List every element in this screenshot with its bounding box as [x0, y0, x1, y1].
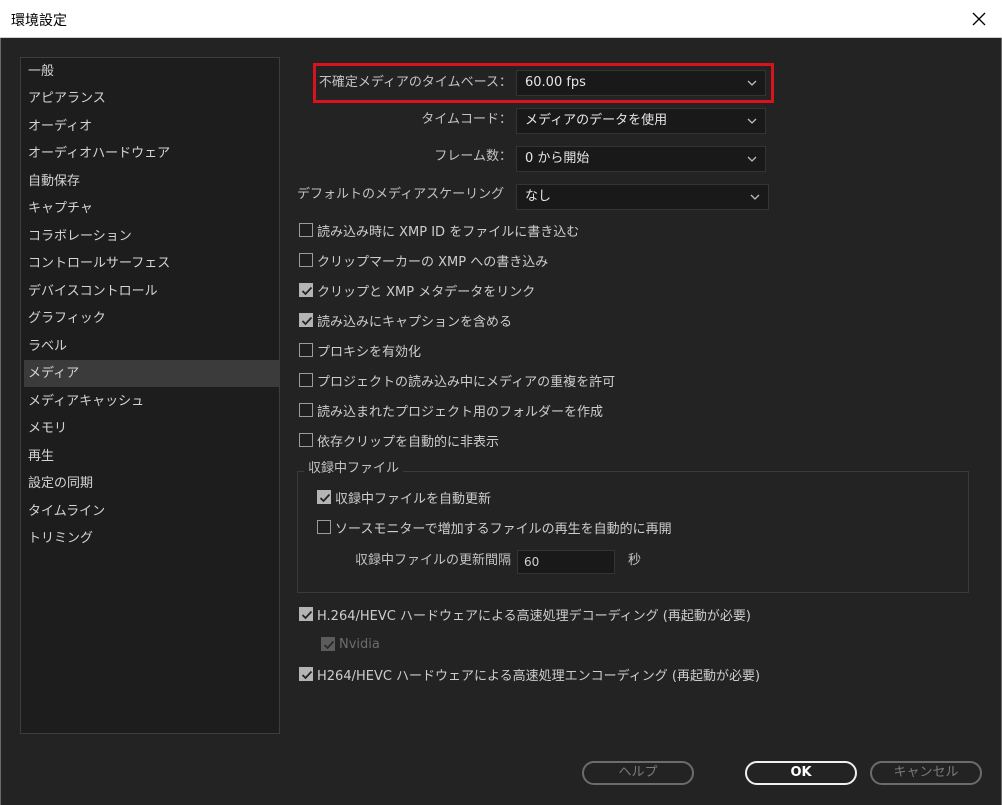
- sidebar-item-media[interactable]: メディア: [24, 360, 280, 387]
- sidebar-item-auto-save[interactable]: 自動保存: [24, 168, 280, 195]
- refresh-interval-unit: 秒: [628, 553, 642, 568]
- write-xmp-id-checkbox[interactable]: 読み込み時に XMP ID をファイルに書き込む: [299, 220, 579, 240]
- title-bar: 環境設定: [0, 0, 1002, 38]
- hw-decode-checkbox[interactable]: H.264/HEVC ハードウェアによる高速処理デコーディング (再起動が必要): [299, 604, 751, 624]
- checkbox-box[interactable]: [299, 667, 313, 681]
- checkmark-icon: [301, 670, 313, 680]
- checkbox-box[interactable]: [299, 403, 313, 417]
- allow-duplicate-media-checkbox[interactable]: プロジェクトの読み込み中にメディアの重複を許可: [299, 370, 615, 390]
- window-border-left: [0, 38, 1, 805]
- sidebar-item-playback[interactable]: 再生: [24, 443, 280, 470]
- checkmark-icon: [301, 610, 313, 620]
- hw-encode-checkbox[interactable]: H264/HEVC ハードウェアによる高速処理エンコーディング (再起動が必要): [299, 664, 760, 684]
- sidebar-item-audio[interactable]: オーディオ: [24, 113, 280, 140]
- checkmark-icon: [319, 493, 331, 503]
- sidebar-item-collaboration[interactable]: コラボレーション: [24, 223, 280, 250]
- sidebar-item-general[interactable]: 一般: [24, 58, 280, 85]
- checkbox-box[interactable]: [299, 283, 313, 297]
- sidebar-item-device-control[interactable]: デバイスコントロール: [24, 278, 280, 305]
- checkmark-icon: [323, 640, 335, 650]
- cancel-button[interactable]: キャンセル: [870, 761, 982, 785]
- growing-files-group-title: 収録中ファイル: [304, 460, 404, 478]
- chevron-down-icon: [747, 118, 757, 124]
- resume-playback-checkbox[interactable]: ソースモニターで増加するファイルの再生を自動的に再開: [317, 517, 672, 537]
- nvidia-checkbox: Nvidia: [321, 634, 380, 654]
- scaling-select[interactable]: なし: [516, 184, 769, 210]
- sidebar-item-labels[interactable]: ラベル: [24, 333, 280, 360]
- sidebar-item-graphics[interactable]: グラフィック: [24, 305, 280, 332]
- checkbox-box: [321, 637, 335, 651]
- preferences-category-list: 一般 アピアランス オーディオ オーディオハードウェア 自動保存 キャプチャ コ…: [20, 57, 280, 734]
- help-button[interactable]: ヘルプ: [582, 761, 694, 785]
- sidebar-item-audio-hardware[interactable]: オーディオハードウェア: [24, 140, 280, 167]
- include-captions-checkbox[interactable]: 読み込みにキャプションを含める: [299, 310, 512, 330]
- frame-count-select[interactable]: 0 から開始: [516, 146, 766, 172]
- checkbox-box[interactable]: [299, 223, 313, 237]
- checkbox-box[interactable]: [299, 253, 313, 267]
- checkbox-box[interactable]: [299, 373, 313, 387]
- checkmark-icon: [301, 286, 313, 296]
- checkbox-box[interactable]: [317, 520, 331, 534]
- frame-count-label: フレーム数：: [434, 149, 512, 164]
- checkbox-box[interactable]: [299, 607, 313, 621]
- sidebar-item-control-surface[interactable]: コントロールサーフェス: [24, 250, 280, 277]
- chevron-down-icon: [747, 156, 757, 162]
- scaling-value: なし: [525, 189, 552, 204]
- checkbox-box[interactable]: [299, 313, 313, 327]
- window-title: 環境設定: [11, 13, 67, 29]
- hide-dependent-clips-checkbox[interactable]: 依存クリップを自動的に非表示: [299, 430, 499, 450]
- highlight-annotation: [313, 63, 774, 103]
- sidebar-item-trimming[interactable]: トリミング: [24, 525, 280, 552]
- refresh-interval-input[interactable]: 60: [517, 550, 615, 574]
- sidebar-item-capture[interactable]: キャプチャ: [24, 195, 280, 222]
- checkbox-box[interactable]: [299, 433, 313, 447]
- auto-refresh-growing-checkbox[interactable]: 収録中ファイルを自動更新: [317, 487, 491, 507]
- timecode-value: メディアのデータを使用: [525, 113, 668, 128]
- checkmark-icon: [301, 316, 313, 326]
- create-project-folder-checkbox[interactable]: 読み込まれたプロジェクト用のフォルダーを作成: [299, 400, 603, 420]
- refresh-interval-label: 収録中ファイルの更新間隔: [355, 553, 512, 568]
- sidebar-item-media-cache[interactable]: メディアキャッシュ: [24, 388, 280, 415]
- sidebar-item-memory[interactable]: メモリ: [24, 415, 280, 442]
- scaling-label: デフォルトのメディアスケーリング: [297, 187, 505, 202]
- close-icon: [972, 12, 986, 25]
- write-clip-markers-xmp-checkbox[interactable]: クリップマーカーの XMP への書き込み: [299, 250, 548, 270]
- timecode-select[interactable]: メディアのデータを使用: [516, 108, 766, 134]
- link-clip-xmp-checkbox[interactable]: クリップと XMP メタデータをリンク: [299, 280, 535, 300]
- sidebar-item-appearance[interactable]: アピアランス: [24, 85, 280, 112]
- sidebar-item-timeline[interactable]: タイムライン: [24, 498, 280, 525]
- close-button[interactable]: [956, 0, 1002, 37]
- frame-count-value: 0 から開始: [525, 151, 590, 166]
- checkbox-box[interactable]: [317, 490, 331, 504]
- sidebar-item-sync-settings[interactable]: 設定の同期: [24, 470, 280, 497]
- enable-proxies-checkbox[interactable]: プロキシを有効化: [299, 340, 421, 360]
- chevron-down-icon: [750, 194, 760, 200]
- ok-button[interactable]: OK: [745, 761, 857, 785]
- timecode-label: タイムコード：: [421, 112, 512, 127]
- checkbox-box[interactable]: [299, 343, 313, 357]
